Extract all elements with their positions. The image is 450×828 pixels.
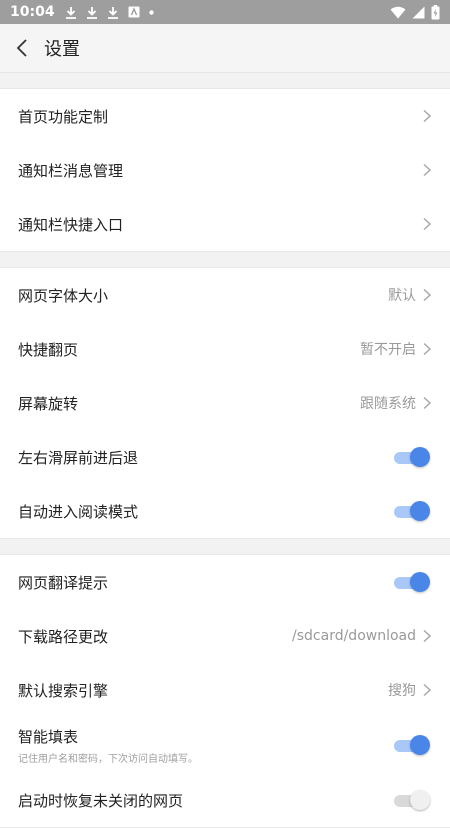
setting-label: 自动进入阅读模式	[18, 502, 139, 521]
chevron-right-icon	[423, 342, 432, 356]
download-icon	[65, 6, 76, 19]
settings-group-browse: 网页字体大小 默认 快捷翻页 暂不开启 屏幕旋转 跟随系统 左右滑屏前进后退 自…	[0, 267, 450, 539]
toggle-thumb	[410, 790, 430, 810]
download-icon	[107, 6, 118, 19]
setting-texts: 智能填表 记住用户名和密码，下次访问自动填写。	[18, 726, 394, 765]
page-title: 设置	[44, 39, 80, 60]
setting-notification-manage[interactable]: 通知栏消息管理	[0, 143, 450, 197]
setting-label: 左右滑屏前进后退	[18, 448, 139, 467]
chevron-right-icon	[423, 217, 432, 231]
chevron-right-icon	[423, 683, 432, 697]
chevron-right-icon	[423, 163, 432, 177]
settings-group-home: 首页功能定制 通知栏消息管理 通知栏快捷入口	[0, 88, 450, 252]
setting-quick-page-turn[interactable]: 快捷翻页 暂不开启	[0, 322, 450, 376]
setting-smart-autofill: 智能填表 记住用户名和密码，下次访问自动填写。	[0, 717, 450, 773]
settings-group-misc: 网页翻译提示 下载路径更改 /sdcard/download 默认搜索引擎 搜狗…	[0, 554, 450, 828]
chevron-left-icon	[16, 39, 27, 57]
setting-value: 搜狗	[388, 683, 416, 699]
chevron-right-icon	[423, 288, 432, 302]
toggle-thumb	[410, 501, 430, 521]
setting-auto-reader-mode: 自动进入阅读模式	[0, 484, 450, 538]
setting-label: 通知栏快捷入口	[18, 215, 124, 234]
setting-homepage-customize[interactable]: 首页功能定制	[0, 89, 450, 143]
setting-notification-shortcut[interactable]: 通知栏快捷入口	[0, 197, 450, 251]
section-spacer	[0, 252, 450, 267]
status-bar: 10:04	[0, 0, 450, 24]
setting-translate-prompt: 网页翻译提示	[0, 555, 450, 609]
setting-value: 暂不开启	[360, 342, 416, 358]
setting-label: 首页功能定制	[18, 107, 109, 126]
setting-label: 快捷翻页	[18, 340, 79, 359]
status-time: 10:04	[10, 4, 55, 20]
setting-swipe-navigation: 左右滑屏前进后退	[0, 430, 450, 484]
smart-autofill-toggle[interactable]	[394, 735, 430, 755]
setting-restore-tabs: 启动时恢复未关闭的网页	[0, 773, 450, 827]
signal-icon	[412, 6, 425, 18]
section-spacer	[0, 539, 450, 554]
chevron-right-icon	[423, 109, 432, 123]
setting-sublabel: 记住用户名和密码，下次访问自动填写。	[18, 753, 198, 765]
setting-label: 智能填表	[18, 727, 79, 746]
setting-label: 网页字体大小	[18, 286, 109, 305]
setting-label: 通知栏消息管理	[18, 161, 124, 180]
swipe-navigation-toggle[interactable]	[394, 447, 430, 467]
toggle-thumb	[410, 735, 430, 755]
section-spacer	[0, 73, 450, 88]
status-notification-icons	[65, 6, 154, 19]
dot-icon	[148, 9, 154, 15]
app-notification-icon	[128, 6, 140, 18]
setting-label: 下载路径更改	[18, 627, 109, 646]
setting-value: 默认	[388, 288, 416, 304]
app-bar: 设置	[0, 24, 450, 73]
setting-value: 跟随系统	[360, 396, 416, 412]
translate-prompt-toggle[interactable]	[394, 572, 430, 592]
setting-value: /sdcard/download	[292, 628, 416, 644]
setting-download-path[interactable]: 下载路径更改 /sdcard/download	[0, 609, 450, 663]
battery-icon	[431, 4, 440, 19]
toggle-thumb	[410, 572, 430, 592]
setting-label: 屏幕旋转	[18, 394, 79, 413]
toggle-thumb	[410, 447, 430, 467]
setting-label: 默认搜索引擎	[18, 681, 109, 700]
auto-reader-mode-toggle[interactable]	[394, 501, 430, 521]
setting-default-search-engine[interactable]: 默认搜索引擎 搜狗	[0, 663, 450, 717]
setting-screen-rotation[interactable]: 屏幕旋转 跟随系统	[0, 376, 450, 430]
back-button[interactable]	[0, 24, 44, 72]
restore-tabs-toggle[interactable]	[394, 790, 430, 810]
setting-label: 启动时恢复未关闭的网页	[18, 791, 184, 810]
setting-font-size[interactable]: 网页字体大小 默认	[0, 268, 450, 322]
chevron-right-icon	[423, 629, 432, 643]
status-system-icons	[390, 4, 440, 20]
download-icon	[86, 6, 97, 19]
wifi-icon	[390, 6, 406, 18]
setting-label: 网页翻译提示	[18, 573, 109, 592]
chevron-right-icon	[423, 396, 432, 410]
